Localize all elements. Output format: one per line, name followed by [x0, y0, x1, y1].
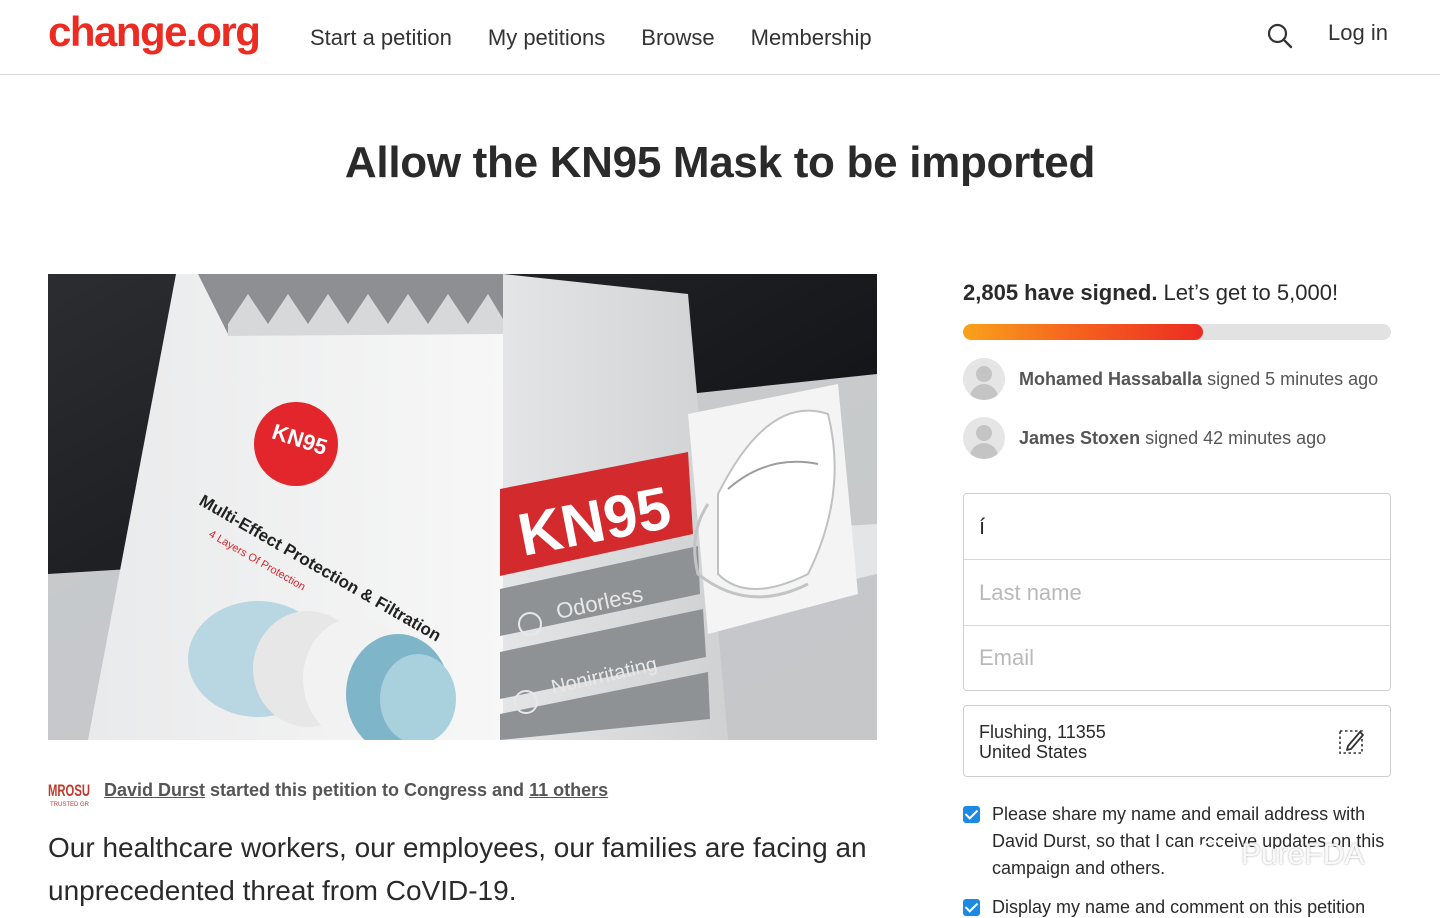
org-logo-text: MROSU — [48, 781, 90, 800]
display-name-checkbox[interactable] — [963, 899, 980, 916]
first-name-field[interactable] — [964, 494, 1390, 560]
top-navbar: change.org Start a petition My petitions… — [0, 0, 1440, 75]
signature-count-bold: 2,805 have signed. — [963, 280, 1158, 305]
edit-location-icon[interactable] — [1338, 726, 1368, 756]
watermark: PureFDA — [1197, 838, 1364, 872]
location-field[interactable]: Flushing, 11355 United States — [963, 705, 1391, 777]
share-info-checkbox[interactable] — [963, 806, 980, 823]
organization-logo: MROSU TRUSTED GR — [48, 770, 92, 810]
nav-start-petition[interactable]: Start a petition — [310, 25, 452, 51]
location-city: Flushing, 11355 — [979, 722, 1106, 742]
org-logo-subtext: TRUSTED GR — [50, 802, 90, 808]
signature-progress-fill — [963, 324, 1204, 340]
starter-name-link[interactable]: David Durst — [104, 780, 205, 800]
starter-middle-text: started this petition to Congress and — [205, 779, 530, 800]
main-nav: Start a petition My petitions Browse Mem… — [310, 0, 872, 75]
display-name-checkbox-row: Display my name and comment on this peti… — [963, 897, 1391, 918]
last-name-field[interactable] — [964, 560, 1390, 626]
signature-goal-text: Let’s get to 5,000! — [1157, 280, 1339, 305]
nav-browse[interactable]: Browse — [641, 25, 714, 51]
petition-title: Allow the KN95 Mask to be imported — [344, 138, 1096, 187]
nav-membership[interactable]: Membership — [751, 25, 872, 51]
avatar — [963, 417, 1005, 459]
search-icon[interactable] — [1266, 22, 1294, 50]
signature-form — [963, 493, 1391, 691]
wechat-icon — [1198, 840, 1238, 869]
starter-text: David Durst started this petition to Con… — [104, 780, 608, 801]
signature-progress-bar — [963, 324, 1391, 340]
watermark-text: PureFDA — [1241, 838, 1365, 871]
signer-action: signed 5 minutes ago — [1202, 368, 1379, 389]
signer-name: Mohamed Hassaballa — [1019, 368, 1203, 389]
signature-count: 2,805 have signed. Let’s get to 5,000! — [963, 280, 1338, 306]
nav-my-petitions[interactable]: My petitions — [488, 25, 605, 51]
email-field[interactable] — [964, 626, 1390, 690]
petition-starter: MROSU TRUSTED GR David Durst started thi… — [48, 770, 877, 810]
petition-photo: KN95 Multi-Effect Protection & Filtratio… — [48, 274, 877, 740]
location-country: United States — [979, 742, 1088, 762]
change-org-logo[interactable]: change.org — [48, 8, 261, 56]
login-link[interactable]: Log in — [1328, 20, 1388, 46]
signer-name: James Stoxen — [1019, 427, 1141, 448]
avatar — [963, 358, 1005, 400]
signer-action: signed 42 minutes ago — [1140, 427, 1327, 448]
recent-signer: James Stoxen signed 42 minutes ago — [963, 417, 1393, 459]
petition-description: Our healthcare workers, our employees, o… — [48, 832, 867, 906]
other-targets-link[interactable]: 11 others — [529, 780, 608, 800]
recent-signer: Mohamed Hassaballa signed 5 minutes ago — [963, 358, 1393, 400]
display-name-label: Display my name and comment on this peti… — [992, 897, 1366, 917]
